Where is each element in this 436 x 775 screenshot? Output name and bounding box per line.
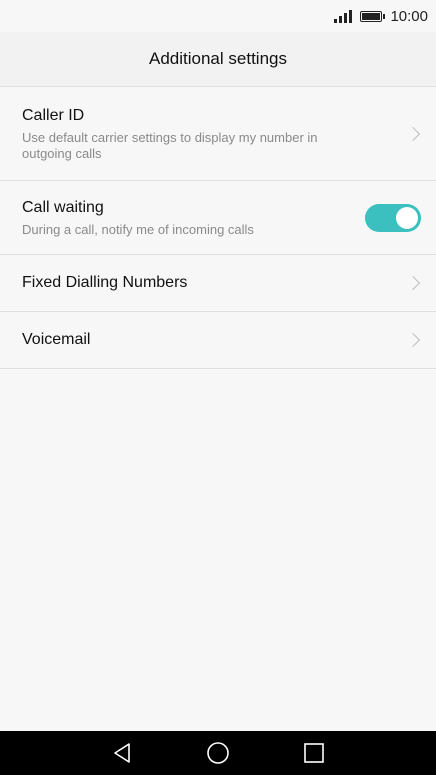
item-title: Fixed Dialling Numbers (22, 274, 188, 291)
chevron-right-icon (405, 275, 421, 291)
signal-icon (334, 9, 353, 23)
recents-button[interactable] (266, 731, 362, 775)
page-title: Additional settings (149, 49, 287, 68)
settings-item-fixed-dialling-numbers[interactable]: Fixed Dialling Numbers (0, 255, 436, 312)
item-title: Caller ID (22, 106, 85, 124)
item-subtitle: During a call, notify me of incoming cal… (22, 221, 254, 237)
navigation-bar (0, 731, 436, 775)
settings-list: Caller ID Use default carrier settings t… (0, 87, 436, 369)
app-header: Additional settings (0, 32, 436, 87)
settings-item-call-waiting: Call waiting During a call, notify me of… (0, 181, 436, 255)
home-button[interactable] (170, 731, 266, 775)
item-subtitle: Use default carrier settings to display … (22, 129, 318, 161)
recents-icon (304, 743, 324, 763)
status-bar: 10:00 (0, 0, 436, 32)
chevron-right-icon (405, 332, 421, 348)
back-icon (114, 743, 130, 763)
call-waiting-toggle[interactable] (365, 203, 421, 232)
toggle-knob (396, 206, 418, 229)
battery-icon (360, 10, 386, 22)
item-title: Call waiting (22, 198, 104, 216)
back-button[interactable] (74, 731, 170, 775)
item-title: Voicemail (22, 331, 91, 348)
settings-item-caller-id[interactable]: Caller ID Use default carrier settings t… (0, 87, 436, 181)
chevron-right-icon (405, 126, 421, 141)
settings-item-voicemail[interactable]: Voicemail (0, 312, 436, 369)
home-icon (207, 742, 229, 764)
status-time: 10:00 (390, 7, 428, 25)
